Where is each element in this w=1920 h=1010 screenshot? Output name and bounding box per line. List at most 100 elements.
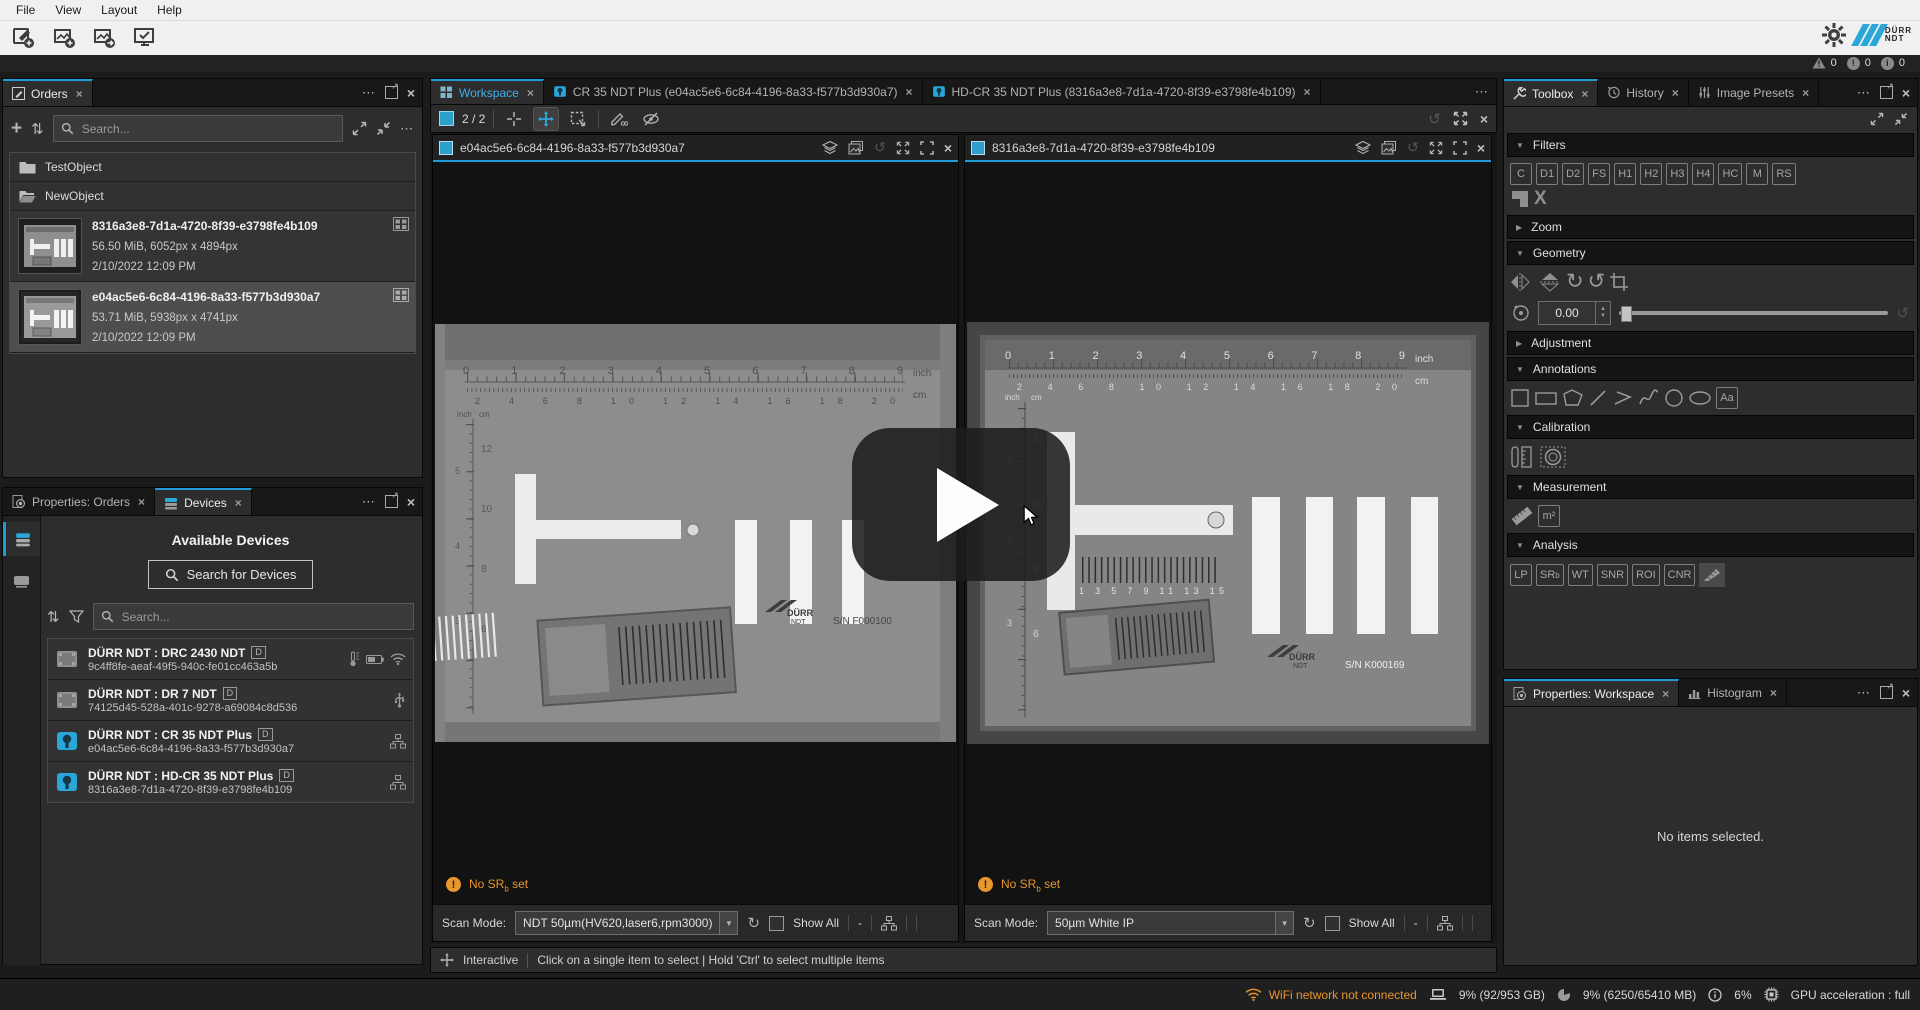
show-all-checkbox[interactable] [1325,916,1340,931]
fit-expand-icon[interactable] [1429,141,1443,155]
orders-search[interactable] [53,115,343,142]
line-annotation-icon[interactable] [1588,388,1608,408]
filter-h3-button[interactable]: H3 [1666,163,1688,185]
network-icon[interactable] [1437,916,1453,931]
tab-close-icon[interactable]: × [235,496,242,510]
section-zoom[interactable]: ▶ Zoom [1507,215,1914,239]
tab-devices[interactable]: Devices × [155,488,252,515]
info-circle-icon[interactable]: i [1881,57,1894,70]
undo-rotate-icon[interactable]: ↺ [1428,110,1441,128]
layout-indicator-icon[interactable] [439,111,454,126]
filter-hc-button[interactable]: HC [1718,163,1742,185]
viewer-select-checkbox[interactable] [971,141,985,155]
tab-close-icon[interactable]: × [1802,86,1809,100]
section-annotations[interactable]: ▼ Annotations [1507,357,1914,381]
panel-close-icon[interactable]: × [407,494,415,510]
menu-help[interactable]: Help [147,1,192,19]
fullscreen-brackets-icon[interactable] [920,141,934,155]
order-item[interactable]: 8316a3e8-7d1a-4720-8f39-e3798fe4b109 56.… [10,211,415,282]
annotate-pencil-icon[interactable] [607,108,631,130]
srb-analysis-button[interactable]: SRb [1536,564,1564,586]
orders-search-input[interactable] [80,121,335,137]
device-row[interactable]: DÜRR NDT : HD-CR 35 NDT Plus D 8316a3e8-… [48,762,413,802]
tab-close-icon[interactable]: × [1304,85,1311,99]
info-circle-icon[interactable] [1708,988,1722,1002]
fit-expand-icon[interactable] [896,141,910,155]
tab-hdcr35[interactable]: HD-CR 35 NDT Plus (8316a3e8-7d1a-4720-8f… [923,79,1321,104]
calibrate-length-icon[interactable] [1510,445,1536,469]
viewer-select-checkbox[interactable] [439,141,453,155]
close-workspace-icon[interactable]: × [1480,111,1488,127]
device-row[interactable]: DÜRR NDT : DRC 2430 NDT D 9c4ff8fe-aeaf-… [48,639,413,680]
tab-close-icon[interactable]: × [1672,86,1679,100]
section-measurement[interactable]: ▼ Measurement [1507,475,1914,499]
order-grid-icon[interactable] [393,288,409,302]
tab-close-icon[interactable]: × [1770,686,1777,700]
network-icon[interactable] [881,916,897,931]
devices-search[interactable] [93,603,414,630]
polygon-annotation-icon[interactable] [1562,388,1584,408]
ellipse-annotation-icon[interactable] [1688,388,1712,408]
square-annotation-icon[interactable] [1510,388,1530,408]
tab-toolbox[interactable]: Toolbox × [1504,79,1598,106]
roi-analysis-button[interactable]: ROI [1632,564,1660,586]
tab-properties-workspace[interactable]: Properties: Workspace × [1504,679,1679,706]
rail-scanners-icon[interactable] [3,522,40,556]
refresh-icon[interactable]: ↻ [747,914,760,932]
filter-c-button[interactable]: C [1510,163,1532,185]
section-analysis[interactable]: ▼ Analysis [1507,533,1914,557]
viewer-close-icon[interactable]: × [944,140,952,156]
collapse-all-icon[interactable] [1894,112,1908,126]
tab-close-icon[interactable]: × [138,495,145,509]
orders-more-icon[interactable]: ⋯ [400,121,414,137]
rotate-cw-icon[interactable]: ↻ [1566,272,1584,292]
scan-mode-dropdown[interactable]: NDT 50µm(HV620,laser6,rpm3000) ▼ [515,911,738,935]
devices-search-input[interactable] [120,609,406,625]
expand-all-icon[interactable] [1870,112,1884,126]
rotation-slider[interactable] [1619,311,1888,315]
panel-popout-icon[interactable] [385,495,398,508]
collapse-all-icon[interactable] [376,121,391,136]
hide-annotations-icon[interactable] [639,108,663,130]
custom-filter-icon[interactable] [1510,189,1530,209]
crop-icon[interactable] [1609,272,1629,292]
panel-popout-icon[interactable] [1880,86,1893,99]
panel-popout-icon[interactable] [385,86,398,99]
panel-menu-icon[interactable]: ⋯ [362,494,376,510]
panel-popout-icon[interactable] [1880,686,1893,699]
device-row[interactable]: DÜRR NDT : DR 7 NDT D 74125d45-528a-401c… [48,680,413,721]
panel-close-icon[interactable]: × [1902,685,1910,701]
wt-analysis-button[interactable]: WT [1568,564,1593,586]
reset-rotation-icon[interactable]: ↺ [1896,304,1909,322]
tab-workspace[interactable]: Workspace × [431,79,544,104]
acquire-monitor-icon[interactable] [130,25,160,51]
panel-menu-icon[interactable]: ⋯ [362,85,376,101]
marquee-select-icon[interactable] [566,108,590,130]
show-all-checkbox[interactable] [769,916,784,931]
flip-horizontal-icon[interactable] [1510,271,1534,293]
tab-properties-orders[interactable]: Properties: Orders × [3,488,155,515]
spinner-arrows[interactable]: ▲▼ [1595,302,1610,324]
rotate-ccw-icon[interactable]: ↺ [1588,272,1606,292]
fullscreen-brackets-icon[interactable] [1453,141,1467,155]
new-order-icon[interactable] [10,25,40,51]
tab-orders-close-icon[interactable]: × [76,87,83,101]
area-measure-button[interactable]: m² [1538,505,1560,527]
filter-d2-button[interactable]: D2 [1562,163,1584,185]
rectangle-annotation-icon[interactable] [1534,388,1558,408]
add-order-icon[interactable]: + [11,122,22,136]
folder-testobject[interactable]: TestObject [10,153,415,182]
export-image-icon[interactable] [90,25,120,51]
menu-file[interactable]: File [6,1,45,19]
snr-analysis-button[interactable]: SNR [1597,564,1628,586]
tab-history[interactable]: History × [1598,79,1688,106]
rotate-icon[interactable]: ↺ [874,139,886,156]
refresh-icon[interactable]: ↻ [1303,914,1316,932]
flip-vertical-icon[interactable] [1538,271,1562,293]
filter-d1-button[interactable]: D1 [1536,163,1558,185]
tab-orders[interactable]: Orders × [3,79,93,106]
viewer-close-icon[interactable]: × [1477,140,1485,156]
section-filters[interactable]: ▼ Filters [1507,133,1914,157]
panel-close-icon[interactable]: × [407,85,415,101]
expand-all-icon[interactable] [352,121,367,136]
